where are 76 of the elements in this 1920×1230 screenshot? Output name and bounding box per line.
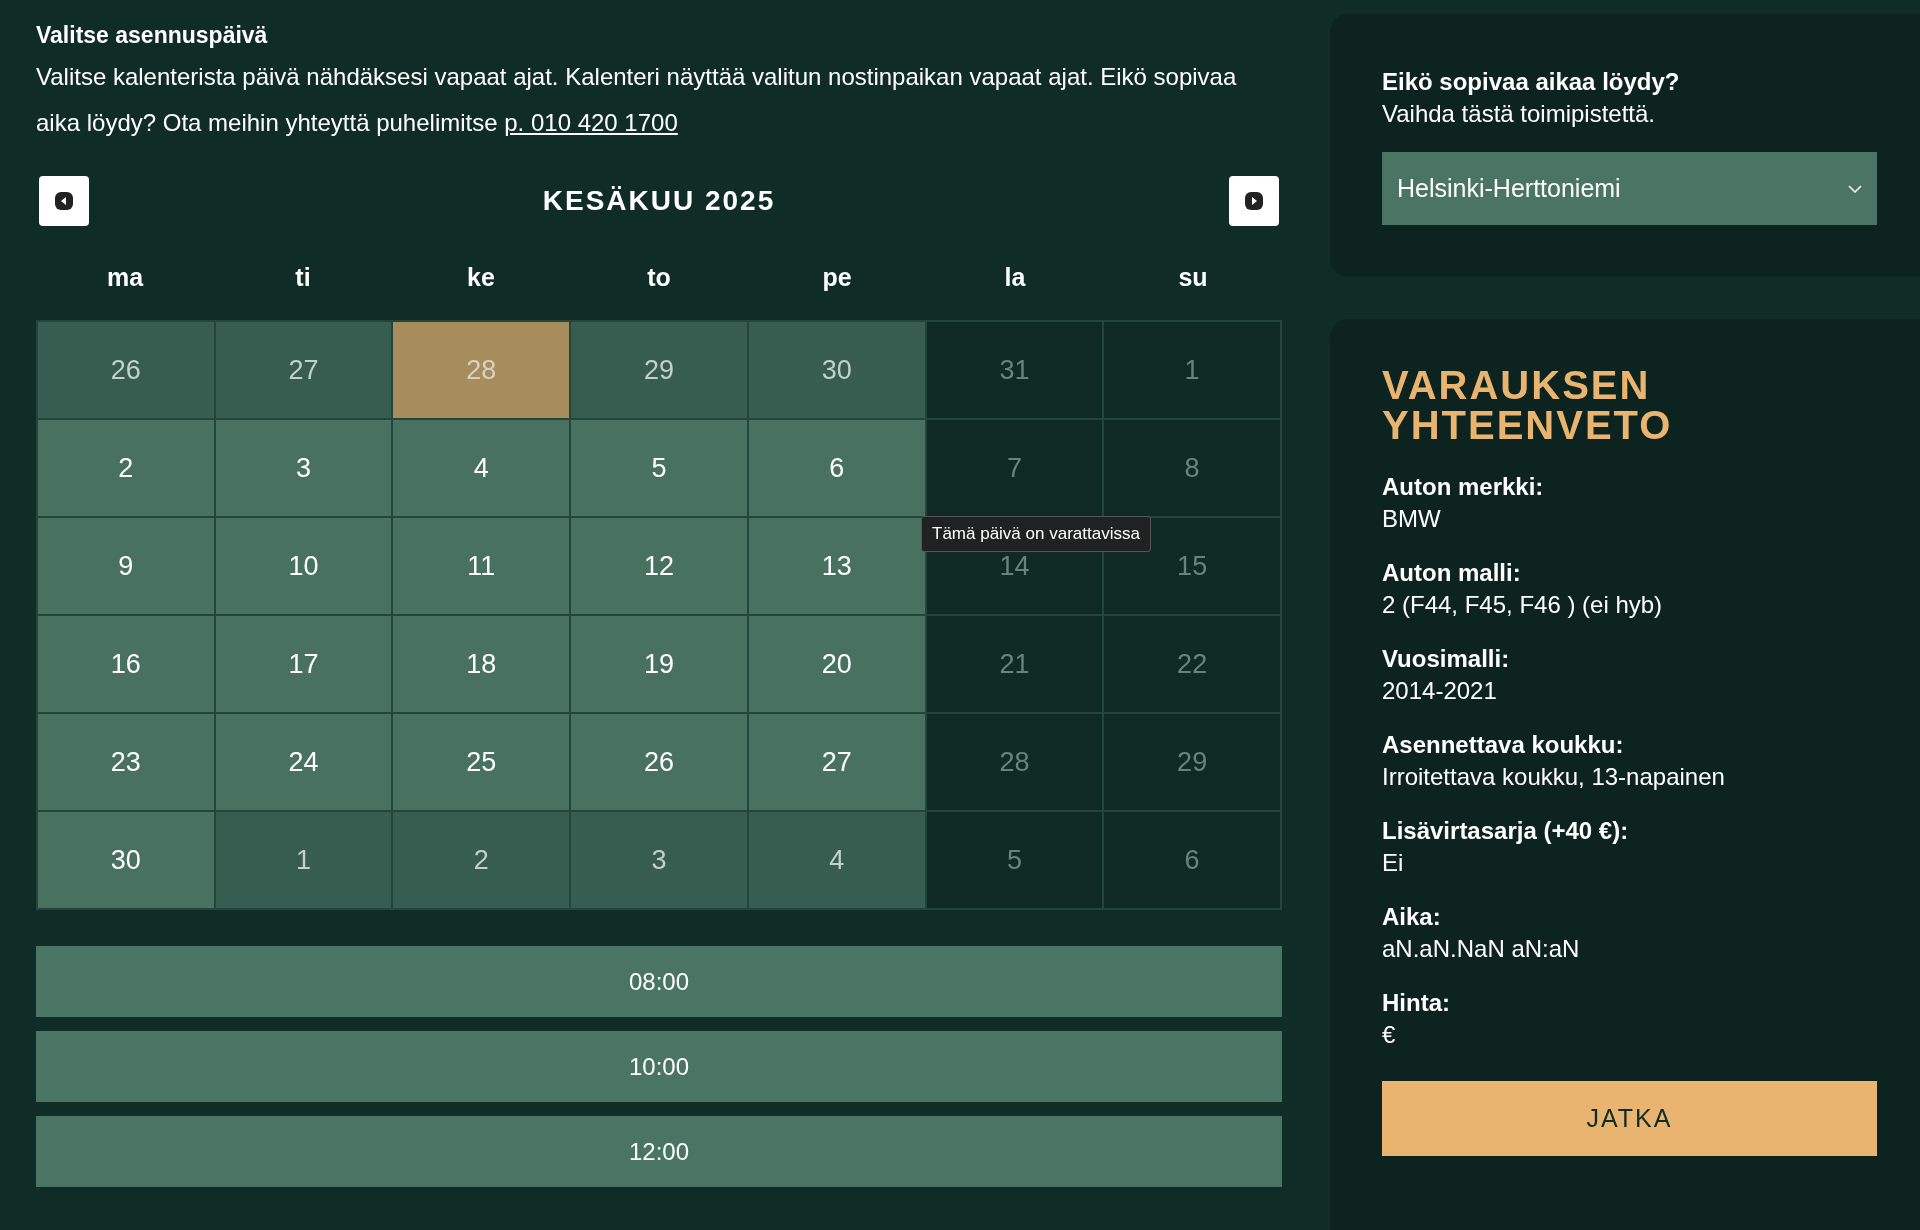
month-title: KESÄKUU 2025 — [542, 184, 776, 218]
calendar-day[interactable]: 24 — [215, 714, 392, 810]
summary-value: Ei — [1382, 848, 1405, 878]
calendar-day: 21 — [926, 616, 1103, 712]
summary-value: aN.aN.NaN aN:aN — [1382, 934, 1581, 964]
calendar-day[interactable]: 1 — [215, 812, 392, 908]
weekday-label: ma — [106, 262, 144, 294]
next-month-button[interactable] — [1229, 176, 1279, 226]
summary-label: Vuosimalli: — [1382, 644, 1511, 674]
weekday-label: ke — [467, 262, 495, 294]
calendar-day: 31 — [926, 322, 1103, 418]
calendar-day[interactable]: 30 — [38, 812, 214, 908]
summary-value: € — [1382, 1020, 1397, 1050]
summary-label: Lisävirtasarja (+40 €): — [1382, 816, 1630, 846]
summary-value: 2 (F44, F45, F46 ) (ei hyb) — [1382, 590, 1664, 620]
weekday-label: to — [647, 262, 671, 294]
summary-label: Auton merkki: — [1382, 472, 1545, 502]
calendar-day[interactable]: 5 — [571, 420, 747, 516]
location-select[interactable]: Helsinki-Herttoniemi — [1382, 152, 1877, 225]
calendar-day[interactable]: 9 — [38, 518, 214, 614]
calendar-day[interactable]: 13 — [748, 518, 925, 614]
calendar-day[interactable]: 20 — [748, 616, 925, 712]
calendar-day: 5 — [926, 812, 1103, 908]
calendar-day[interactable]: 23 — [38, 714, 214, 810]
calendar-day[interactable]: 27 — [215, 322, 392, 418]
previous-month-button[interactable] — [39, 176, 89, 226]
calendar-day[interactable]: 4 — [393, 420, 570, 516]
calendar-day[interactable]: 30 — [748, 322, 925, 418]
panel-title: Eikö sopivaa aikaa löydy? — [1382, 67, 1681, 97]
calendar-day: 22 — [1104, 616, 1280, 712]
calendar-day[interactable]: 26 — [571, 714, 747, 810]
calendar-day[interactable]: 27 — [748, 714, 925, 810]
calendar-day[interactable]: 6 — [748, 420, 925, 516]
time-slot-button[interactable]: 10:00 — [36, 1031, 1282, 1102]
calendar-day[interactable]: 12 — [571, 518, 747, 614]
calendar-day[interactable]: 16 — [38, 616, 214, 712]
summary-label: Hinta: — [1382, 988, 1451, 1018]
calendar-day: 6 — [1104, 812, 1280, 908]
continue-button[interactable]: JATKA — [1382, 1081, 1877, 1156]
calendar-day[interactable]: 19 — [571, 616, 747, 712]
summary-title: VARAUKSEN YHTEENVETO — [1382, 365, 1674, 445]
calendar-day[interactable]: 25 — [393, 714, 570, 810]
summary-value: Irroitettava koukku, 13-napainen — [1382, 762, 1726, 792]
calendar-day: 8 — [1104, 420, 1280, 516]
summary-label: Aika: — [1382, 902, 1442, 932]
time-slot-button[interactable]: 12:00 — [36, 1116, 1282, 1187]
calendar-day[interactable]: 18 — [393, 616, 570, 712]
calendar-day[interactable]: 2 — [393, 812, 570, 908]
calendar-day[interactable]: 11 — [393, 518, 570, 614]
summary-label: Auton malli: — [1382, 558, 1522, 588]
chevron-down-icon — [1848, 184, 1862, 193]
calendar-day[interactable]: 10 — [215, 518, 392, 614]
tooltip: Tämä päivä on varattavissa — [921, 516, 1151, 552]
calendar-day: 1 — [1104, 322, 1280, 418]
intro-text: Valitse kalenterista päivä nähdäksesi vapaat ajat. Kalenteri näyttää valitun nostinpaikan vapaat ajat. Eikö sopivaa aika löydy? Ota meihin yhteyttä puhelimitse p. 010 420 1700 — [36, 62, 1238, 138]
weekday-label: su — [1178, 262, 1208, 294]
summary-value: BMW — [1382, 504, 1442, 534]
weekday-label: la — [1004, 262, 1026, 294]
weekday-label: ti — [295, 262, 311, 294]
summary-label: Asennettava koukku: — [1382, 730, 1625, 760]
calendar-day: 7 — [926, 420, 1103, 516]
calendar-day[interactable]: 17 — [215, 616, 392, 712]
calendar-day[interactable]: 4 — [748, 812, 925, 908]
time-slot-button[interactable]: 08:00 — [36, 946, 1282, 1017]
calendar-day[interactable]: 26 — [38, 322, 214, 418]
section-heading: Valitse asennuspäivä — [36, 21, 269, 50]
calendar-day: 29 — [1104, 714, 1280, 810]
calendar-day: 28 — [926, 714, 1103, 810]
summary-value: 2014-2021 — [1382, 676, 1498, 706]
calendar-day[interactable]: 3 — [571, 812, 747, 908]
calendar-day[interactable]: 3 — [215, 420, 392, 516]
calendar-day[interactable]: 2 — [38, 420, 214, 516]
panel-subtitle: Vaihda tästä toimipistettä. — [1382, 99, 1657, 129]
calendar-day[interactable]: 29 — [571, 322, 747, 418]
phone-link[interactable]: p. 010 420 1700 — [504, 109, 678, 136]
weekday-label: pe — [822, 262, 852, 294]
